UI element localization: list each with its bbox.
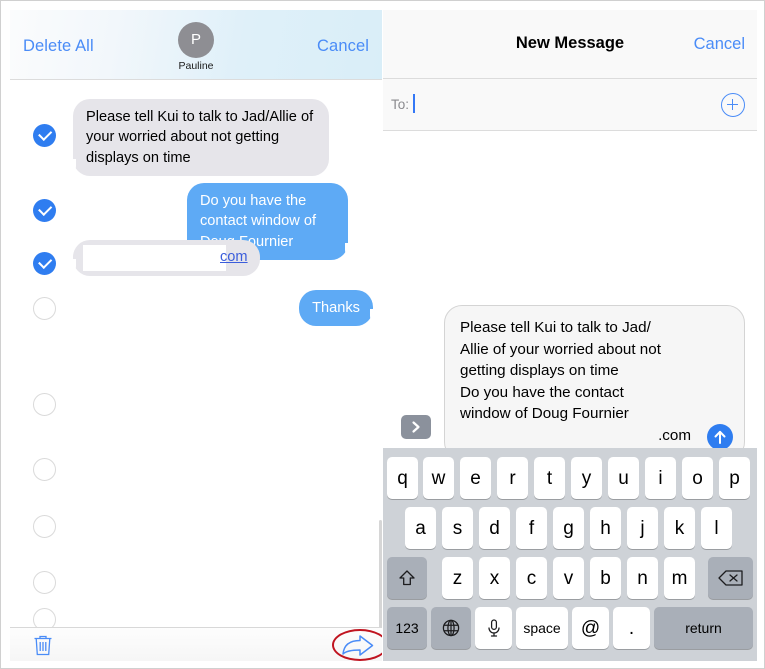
key-numbers[interactable]: 123	[387, 607, 427, 649]
message-checkbox-5[interactable]	[33, 393, 56, 416]
message-bubble-redacted[interactable]: com	[66, 240, 260, 276]
key-return[interactable]: return	[654, 607, 753, 649]
key-w[interactable]: w	[423, 457, 454, 499]
key-l[interactable]: l	[701, 507, 732, 549]
key-h[interactable]: h	[590, 507, 621, 549]
avatar: P	[178, 21, 214, 58]
key-i[interactable]: i	[645, 457, 676, 499]
key-k[interactable]: k	[664, 507, 695, 549]
message-checkbox-2[interactable]	[33, 199, 56, 222]
share-highlight-annotation	[332, 629, 382, 661]
key-g[interactable]: g	[553, 507, 584, 549]
chevron-right-icon[interactable]	[401, 415, 431, 439]
link-text[interactable]: com	[220, 247, 248, 267]
key-r[interactable]: r	[497, 457, 528, 499]
message-selection-panel: Delete All Cancel P Pauline Please tell …	[10, 10, 382, 661]
compose-line: window of Doug Fournier	[460, 405, 629, 423]
compose-line: getting displays on time	[460, 362, 619, 380]
key-t[interactable]: t	[534, 457, 565, 499]
recipient-row[interactable]: To:	[383, 79, 757, 131]
key-s[interactable]: s	[442, 507, 473, 549]
cancel-new-message-button[interactable]: Cancel	[694, 35, 745, 54]
key-d[interactable]: d	[479, 507, 510, 549]
key-f[interactable]: f	[516, 507, 547, 549]
message-checkbox-8[interactable]	[33, 571, 56, 594]
trash-icon[interactable]	[32, 634, 54, 657]
key-y[interactable]: y	[571, 457, 602, 499]
contact-name: Pauline	[178, 59, 214, 72]
key-c[interactable]: c	[516, 557, 547, 599]
text-caret	[413, 94, 415, 113]
compose-message-bubble[interactable]: Please tell Kui to talk to Jad/ Allie of…	[444, 305, 745, 461]
key-u[interactable]: u	[608, 457, 639, 499]
selection-header: Delete All Cancel P Pauline	[10, 10, 382, 80]
delete-all-button[interactable]: Delete All	[23, 37, 94, 56]
key-m[interactable]: m	[664, 557, 695, 599]
key-o[interactable]: o	[682, 457, 713, 499]
key-at[interactable]: @	[572, 607, 609, 649]
send-arrow-up-icon[interactable]	[707, 424, 733, 451]
message-checkbox-7[interactable]	[33, 515, 56, 538]
selection-toolbar	[10, 627, 382, 661]
key-period[interactable]: .	[613, 607, 650, 649]
shift-icon[interactable]	[387, 557, 427, 599]
compose-line: Please tell Kui to talk to Jad/	[460, 319, 651, 336]
key-a[interactable]: a	[405, 507, 436, 549]
key-p[interactable]: p	[719, 457, 750, 499]
message-checkbox-3[interactable]	[33, 252, 56, 275]
compose-line: Do you have the contact	[460, 383, 624, 401]
key-z[interactable]: z	[442, 557, 473, 599]
globe-icon[interactable]	[431, 607, 471, 649]
redaction-block	[83, 245, 226, 271]
compose-line: .com	[658, 426, 691, 444]
add-contact-icon[interactable]	[721, 93, 745, 117]
compose-line: Allie of your worried about not	[460, 340, 661, 358]
key-q[interactable]: q	[387, 457, 418, 499]
key-b[interactable]: b	[590, 557, 621, 599]
microphone-icon[interactable]	[475, 607, 512, 649]
key-v[interactable]: v	[553, 557, 584, 599]
message-checkbox-6[interactable]	[33, 458, 56, 481]
cancel-selection-button[interactable]: Cancel	[317, 37, 369, 56]
key-e[interactable]: e	[460, 457, 491, 499]
backspace-icon[interactable]	[708, 557, 753, 599]
app-frame: Delete All Cancel P Pauline Please tell …	[0, 0, 765, 669]
message-checkbox-4[interactable]	[33, 297, 56, 320]
key-j[interactable]: j	[627, 507, 658, 549]
message-list: Please tell Kui to talk to Jad/Allie of …	[10, 80, 382, 661]
message-bubble-sent[interactable]: Thanks	[299, 290, 380, 327]
message-checkbox-1[interactable]	[33, 124, 56, 147]
new-message-header: New Message Cancel	[383, 10, 757, 79]
on-screen-keyboard: q w e r t y u i o p a s d f g h j k l z …	[383, 448, 757, 661]
key-n[interactable]: n	[627, 557, 658, 599]
message-bubble-received[interactable]: Please tell Kui to talk to Jad/Allie of …	[66, 99, 329, 176]
new-message-panel: New Message Cancel To: Please tell Kui t…	[383, 10, 757, 661]
key-space[interactable]: space	[516, 607, 568, 649]
key-x[interactable]: x	[479, 557, 510, 599]
to-label: To:	[391, 97, 410, 112]
